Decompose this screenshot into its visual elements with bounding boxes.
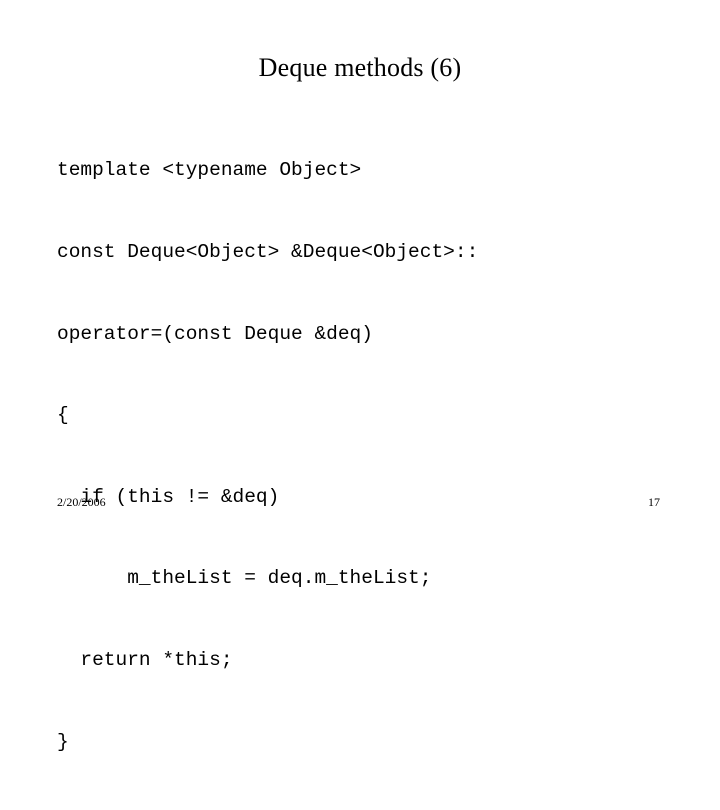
slide-footer: 2/20/2006 17: [0, 494, 720, 514]
code-line: template <typename Object>: [57, 159, 362, 182]
code-line: }: [57, 730, 69, 753]
page-title: Deque methods (6): [258, 53, 462, 82]
code-line: m_theList = deq.m_theList;: [57, 567, 432, 590]
code-line: {: [57, 404, 69, 427]
code-line: return *this;: [57, 649, 233, 672]
code-line: const Deque<Object> &Deque<Object>::: [57, 241, 479, 264]
footer-date: 2/20/2006: [57, 495, 106, 509]
code-block: template <typename Object> const Deque<O…: [57, 103, 697, 810]
slide: Deque methods (6) template <typename Obj…: [0, 0, 720, 753]
code-line: operator=(const Deque &deq): [57, 322, 373, 345]
footer-page-number: 17: [648, 495, 660, 509]
